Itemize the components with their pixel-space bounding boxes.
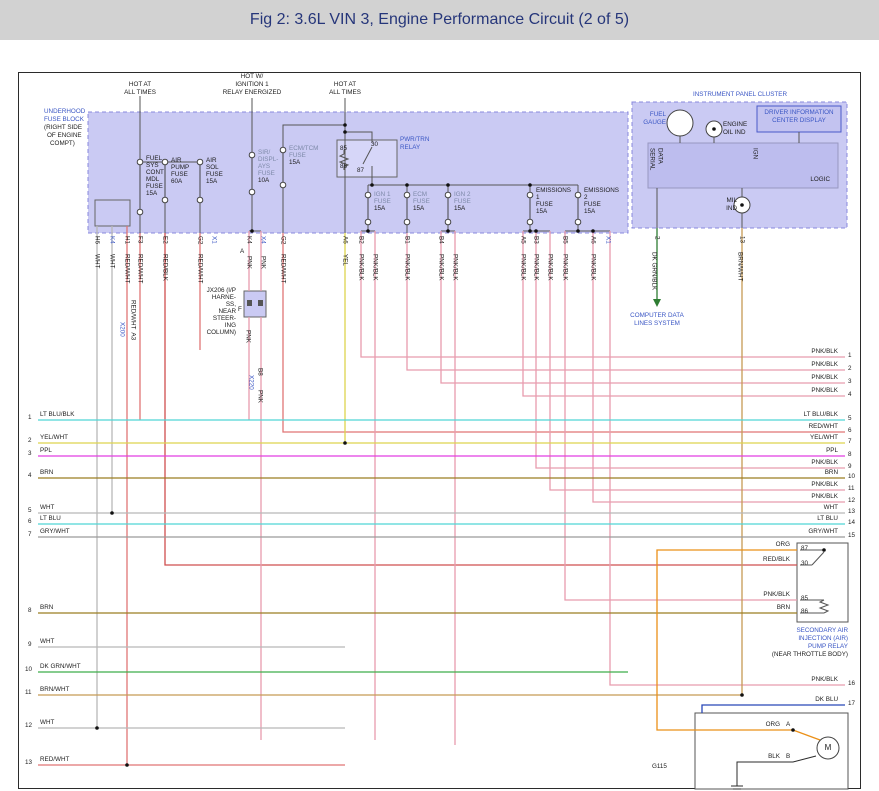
junction-dot — [591, 229, 595, 233]
fuse-terminal — [162, 197, 168, 203]
junction-dot — [95, 726, 99, 730]
wire-red2 — [165, 233, 797, 565]
fuse-terminal — [575, 219, 581, 225]
fuse-terminal — [249, 152, 255, 158]
fuse-terminal — [197, 159, 203, 165]
fuse-terminal — [162, 159, 168, 165]
fuse-terminal — [280, 182, 286, 188]
fuse-terminal — [365, 192, 371, 198]
junction-dot — [822, 548, 826, 552]
junction-dot — [343, 123, 347, 127]
junction-dot — [791, 728, 795, 732]
fuse-terminal — [365, 219, 371, 225]
wire-pnk — [361, 231, 845, 357]
component-box — [258, 300, 263, 306]
junction-dot — [405, 183, 409, 187]
junction-dot — [343, 130, 347, 134]
junction-dot — [446, 183, 450, 187]
fuse-terminal — [197, 197, 203, 203]
junction-dot — [740, 203, 744, 207]
wire-pnk — [407, 233, 845, 370]
component-box — [797, 543, 848, 622]
component-box — [247, 300, 252, 306]
fuse-terminal — [575, 192, 581, 198]
junction-dot — [125, 763, 129, 767]
junction-dot — [534, 229, 538, 233]
wire-pnk — [550, 231, 845, 490]
fuse-terminal — [404, 219, 410, 225]
gauge-icon — [667, 110, 693, 136]
fuse-terminal — [404, 192, 410, 198]
fuse-terminal — [527, 192, 533, 198]
junction-dot — [528, 229, 532, 233]
wire-org — [657, 550, 797, 730]
arrow-head — [653, 299, 661, 307]
wire-pnk — [593, 231, 845, 502]
gauge-icon — [817, 737, 839, 759]
fuse-terminal — [137, 209, 143, 215]
fuse-terminal — [527, 219, 533, 225]
junction-dot — [343, 441, 347, 445]
fuse-terminal — [280, 147, 286, 153]
wiring-svg — [0, 0, 879, 791]
junction-dot — [110, 511, 114, 515]
wire-pnk — [523, 231, 845, 396]
junction-dot — [370, 183, 374, 187]
junction-dot — [576, 229, 580, 233]
fuse-terminal — [445, 192, 451, 198]
fuse-terminal — [445, 219, 451, 225]
junction-dot — [712, 127, 716, 131]
wire-pnk — [565, 231, 797, 600]
fuse-terminal — [137, 159, 143, 165]
wiring-diagram-page: Fig 2: 3.6L VIN 3, Engine Performance Ci… — [0, 0, 879, 791]
component-box — [757, 106, 841, 132]
wire-pnk — [441, 231, 845, 383]
junction-dot — [528, 183, 532, 187]
component-box — [648, 143, 838, 188]
junction-dot — [446, 229, 450, 233]
junction-dot — [740, 693, 744, 697]
wire-red — [283, 233, 845, 432]
wire-dkb — [702, 705, 845, 713]
junction-dot — [250, 229, 254, 233]
fuse-terminal — [249, 189, 255, 195]
junction-dot — [366, 229, 370, 233]
